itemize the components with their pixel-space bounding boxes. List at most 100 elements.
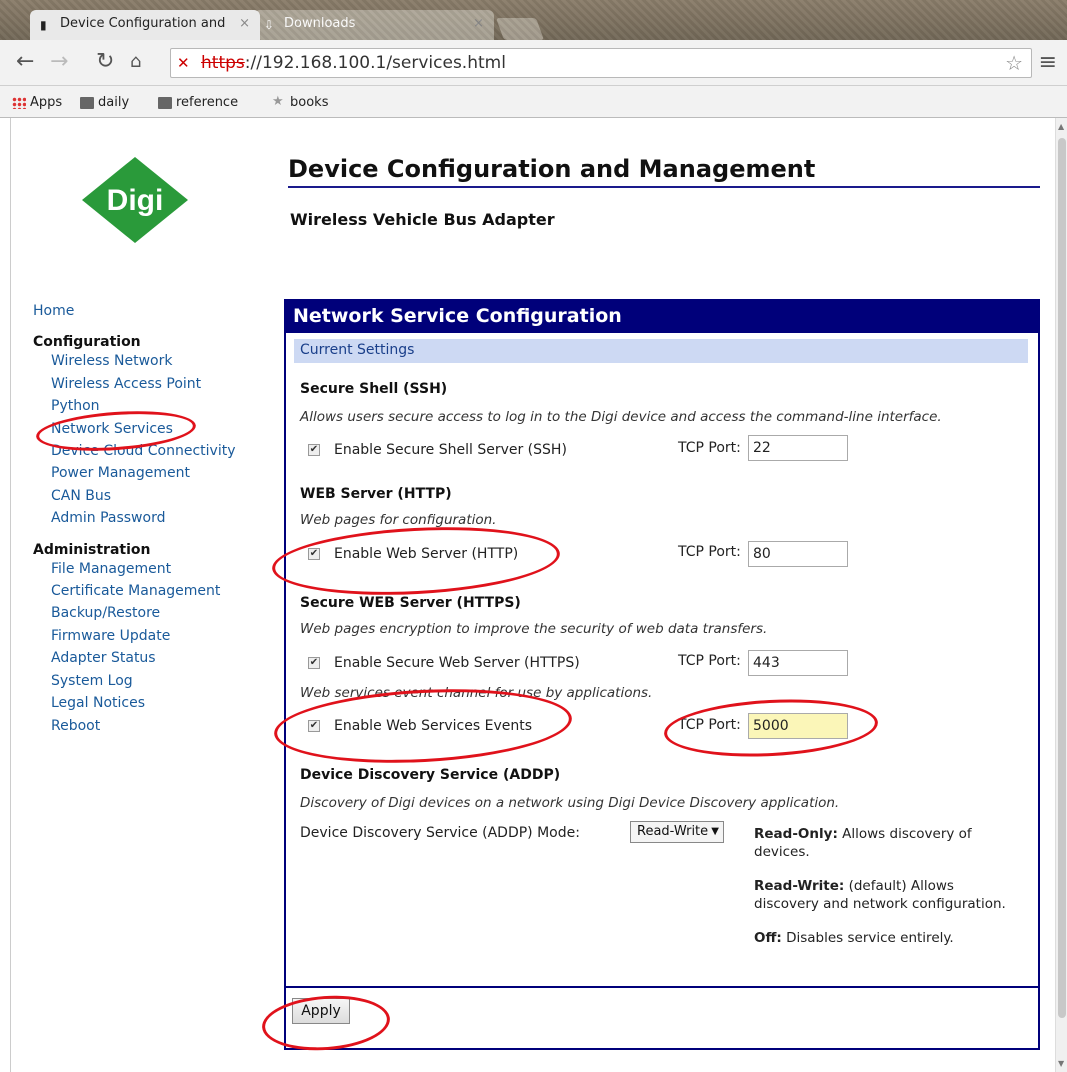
page-subtitle: Wireless Vehicle Bus Adapter — [290, 210, 555, 229]
bookmark-label: Apps — [30, 95, 63, 110]
ssh-description: Allows users secure access to log in to … — [300, 409, 942, 425]
home-icon[interactable]: ⌂ — [130, 50, 141, 74]
http-checkbox[interactable]: ✔ — [308, 548, 320, 560]
ssh-enable-row[interactable]: ✔ Enable Secure Shell Server (SSH) — [308, 437, 567, 463]
bookmark-reference[interactable]: reference — [158, 94, 238, 112]
http-enable-row[interactable]: ✔ Enable Web Server (HTTP) — [308, 541, 518, 567]
scroll-down-icon[interactable]: ▼ — [1058, 1059, 1064, 1068]
forward-icon[interactable]: → — [50, 50, 68, 74]
browser-chrome: ▮ Device Configuration and × ⇩ Downloads… — [0, 0, 1067, 118]
ssh-checkbox-label: Enable Secure Shell Server (SSH) — [334, 442, 567, 458]
sidebar-item-legal-notices[interactable]: Legal Notices — [33, 692, 263, 714]
scroll-up-icon[interactable]: ▲ — [1058, 122, 1064, 131]
browser-toolbar: ← → ↻ ⌂ ✕ https://192.168.100.1/services… — [0, 40, 1067, 86]
sidebar-item-system-log[interactable]: System Log — [33, 670, 263, 692]
sidebar-item-python[interactable]: Python — [33, 395, 263, 417]
current-settings-bar: Current Settings — [294, 339, 1028, 363]
ssh-port-input[interactable] — [748, 435, 848, 461]
logo-text: Digi — [107, 184, 164, 217]
bookmark-label: books — [290, 95, 329, 110]
sidebar-item-firmware-update[interactable]: Firmware Update — [33, 625, 263, 647]
sidebar-item-network-services[interactable]: Network Services — [33, 418, 263, 440]
events-enable-row[interactable]: ✔ Enable Web Services Events — [308, 713, 532, 739]
addp-note-read-only: Read-Only: Allows discovery of devices. — [754, 826, 972, 860]
title-divider — [288, 186, 1040, 188]
download-icon: ⇩ — [264, 18, 275, 32]
addp-notes: Read-Only: Allows discovery of devices. … — [754, 825, 1014, 963]
scrollbar[interactable]: ▲ ▼ — [1055, 118, 1067, 1072]
broken-lock-icon: ✕ — [177, 54, 190, 72]
bookmark-label: daily — [98, 95, 130, 110]
https-port-input[interactable] — [748, 650, 848, 676]
sidebar-item-file-management[interactable]: File Management — [33, 558, 263, 580]
folder-icon — [80, 97, 94, 109]
bookmark-daily[interactable]: daily — [80, 94, 129, 112]
sidebar-item-adapter-status[interactable]: Adapter Status — [33, 647, 263, 669]
sidebar-item-wireless-network[interactable]: Wireless Network — [33, 350, 263, 372]
addp-selected-value: Read-Write — [637, 824, 709, 839]
url-path: ://192.168.100.1/services.html — [244, 53, 506, 73]
sidebar-heading-configuration: Configuration — [33, 334, 141, 351]
ssh-checkbox[interactable]: ✔ — [308, 444, 320, 456]
addp-mode-select[interactable]: Read-Write ▼ — [630, 821, 724, 843]
address-bar[interactable]: ✕ https://192.168.100.1/services.html ☆ — [170, 48, 1032, 78]
sidebar-nav: Home Configuration Wireless Network Wire… — [33, 300, 263, 737]
star-icon: ★ — [272, 94, 284, 109]
addp-note-off: Off: Disables service entirely. — [754, 930, 954, 946]
page-icon: ▮ — [40, 18, 47, 32]
events-description: Web services event channel for use by ap… — [300, 685, 653, 701]
addp-description: Discovery of Digi devices on a network u… — [300, 795, 840, 811]
apps-icon — [12, 97, 26, 109]
ssh-heading: Secure Shell (SSH) — [300, 381, 448, 397]
tab-downloads[interactable]: ⇩ Downloads × — [254, 10, 494, 40]
http-heading: WEB Server (HTTP) — [300, 486, 452, 502]
addp-mode-label: Device Discovery Service (ADDP) Mode: — [300, 825, 580, 841]
back-icon[interactable]: ← — [16, 50, 34, 74]
http-port-input[interactable] — [748, 541, 848, 567]
events-checkbox[interactable]: ✔ — [308, 720, 320, 732]
https-checkbox[interactable]: ✔ — [308, 657, 320, 669]
close-icon[interactable]: × — [239, 16, 250, 31]
sidebar-item-home[interactable]: Home — [33, 300, 263, 322]
scrollbar-thumb[interactable] — [1058, 138, 1066, 1018]
sidebar-item-device-cloud[interactable]: Device Cloud Connectivity — [33, 440, 263, 462]
close-icon[interactable]: × — [473, 16, 484, 31]
addp-note-read-write: Read-Write: (default) Allows discovery a… — [754, 878, 1006, 912]
url-scheme: https — [201, 53, 245, 73]
sidebar-item-can-bus[interactable]: CAN Bus — [33, 485, 263, 507]
http-description: Web pages for configuration. — [300, 512, 497, 528]
sidebar-heading-administration: Administration — [33, 541, 151, 558]
sidebar-item-backup-restore[interactable]: Backup/Restore — [33, 602, 263, 624]
network-service-panel: Network Service Configuration Current Se… — [284, 299, 1040, 1050]
tab-label: Downloads — [284, 16, 356, 31]
new-tab-button[interactable] — [495, 18, 545, 40]
https-enable-row[interactable]: ✔ Enable Secure Web Server (HTTPS) — [308, 650, 580, 676]
page-title: Device Configuration and Management — [288, 155, 816, 183]
sidebar-item-power-management[interactable]: Power Management — [33, 462, 263, 484]
events-port-input[interactable] — [748, 713, 848, 739]
sidebar-item-admin-password[interactable]: Admin Password — [33, 507, 263, 529]
http-port-label: TCP Port: — [678, 544, 741, 560]
tab-bar: ▮ Device Configuration and × ⇩ Downloads… — [0, 6, 1067, 40]
sidebar-item-reboot[interactable]: Reboot — [33, 715, 263, 737]
sidebar-item-certificate-management[interactable]: Certificate Management — [33, 580, 263, 602]
https-checkbox-label: Enable Secure Web Server (HTTPS) — [334, 655, 580, 671]
bookmark-apps[interactable]: Apps — [12, 94, 62, 112]
panel-title: Network Service Configuration — [286, 301, 1038, 333]
http-checkbox-label: Enable Web Server (HTTP) — [334, 546, 519, 562]
https-description: Web pages encryption to improve the secu… — [300, 621, 768, 637]
tab-label: Device Configuration and — [60, 16, 226, 31]
dropdown-arrow-icon: ▼ — [711, 826, 719, 837]
bookmark-star-icon[interactable]: ☆ — [1005, 49, 1023, 77]
https-heading: Secure WEB Server (HTTPS) — [300, 595, 521, 611]
ssh-port-label: TCP Port: — [678, 440, 741, 456]
sidebar-item-wireless-access-point[interactable]: Wireless Access Point — [33, 373, 263, 395]
events-port-label: TCP Port: — [678, 717, 741, 733]
reload-icon[interactable]: ↻ — [96, 50, 114, 74]
tab-device-configuration[interactable]: ▮ Device Configuration and × — [30, 10, 260, 40]
apply-button[interactable]: Apply — [292, 998, 350, 1024]
bookmark-books[interactable]: ★ books — [272, 94, 328, 112]
menu-icon[interactable]: ≡ — [1039, 50, 1057, 75]
digi-logo: Digi — [82, 157, 188, 243]
folder-icon — [158, 97, 172, 109]
